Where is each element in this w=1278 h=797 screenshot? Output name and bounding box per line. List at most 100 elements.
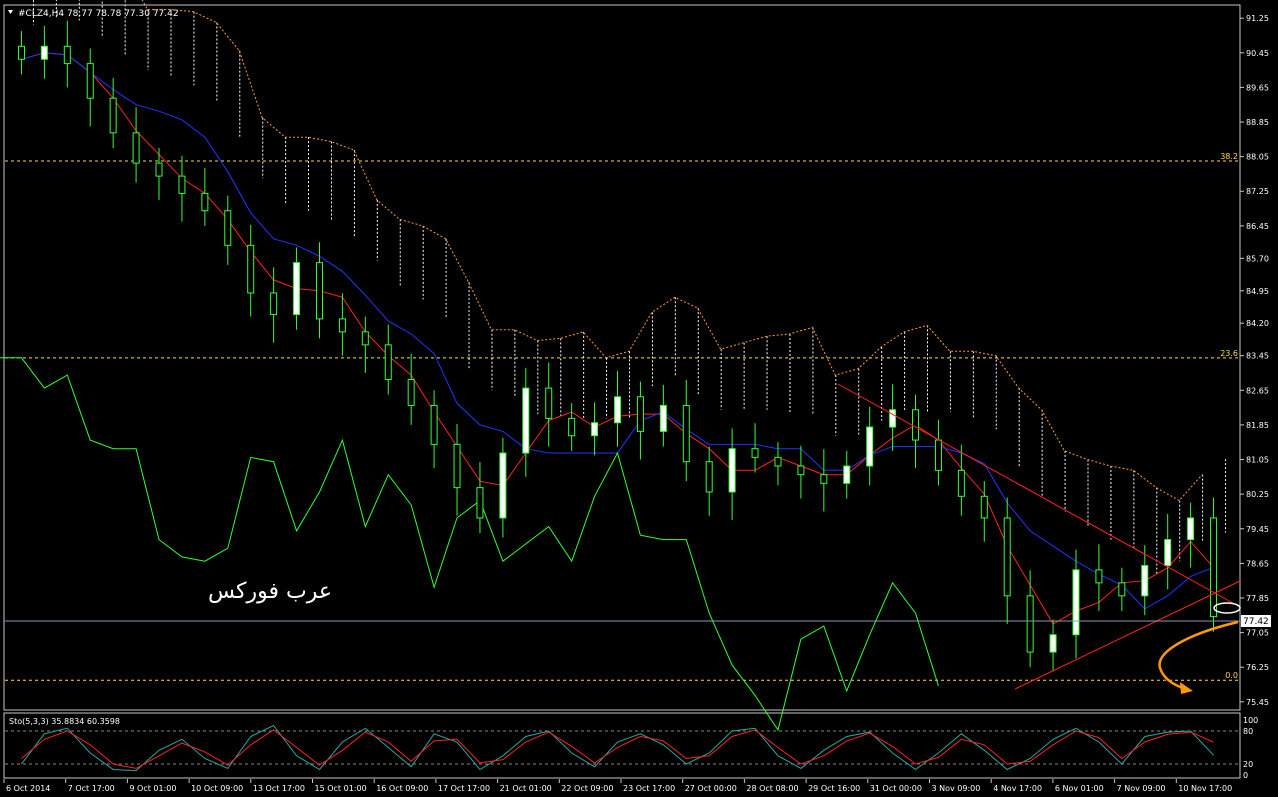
- watermark-text: عرب فوركس: [208, 579, 332, 604]
- price-tick-label: 86.45: [1246, 222, 1269, 231]
- price-tick-label: 81.85: [1246, 421, 1269, 430]
- candle-body[interactable]: [1118, 582, 1126, 597]
- candle-body[interactable]: [934, 439, 942, 471]
- time-tick-label: 22 Oct 09:00: [561, 784, 613, 793]
- candle-body[interactable]: [774, 456, 782, 467]
- time-tick-label: 21 Oct 01:00: [500, 784, 552, 793]
- candle-body[interactable]: [1095, 569, 1103, 584]
- fib-level-label: 23.6: [1220, 349, 1238, 358]
- stoch-tick-label: 20: [1243, 760, 1253, 769]
- price-tick-label: 87.25: [1246, 187, 1269, 196]
- price-tick-label: 80.25: [1246, 490, 1269, 499]
- candle-body[interactable]: [1164, 539, 1172, 567]
- candle-body[interactable]: [889, 409, 897, 428]
- candle-body[interactable]: [1072, 569, 1080, 636]
- candle-body[interactable]: [1003, 517, 1011, 597]
- candle-body[interactable]: [957, 469, 965, 497]
- candle-body[interactable]: [545, 387, 553, 419]
- candle-body[interactable]: [384, 344, 392, 380]
- candle-body[interactable]: [17, 45, 25, 60]
- time-tick-label: 10 Nov 17:00: [1178, 784, 1232, 793]
- price-tick-label: 88.05: [1246, 153, 1269, 162]
- candle-body[interactable]: [1049, 634, 1057, 653]
- stochastic-info: Sto(5,3,3) 35.8834 60.3598: [9, 717, 120, 726]
- time-tick-label: 7 Oct 17:00: [68, 784, 115, 793]
- stoch-tick-label: 0: [1243, 771, 1248, 780]
- price-tick-label: 81.05: [1246, 456, 1269, 465]
- candle-body[interactable]: [1141, 565, 1149, 597]
- candle-body[interactable]: [843, 465, 851, 484]
- time-tick-label: 27 Oct 00:00: [685, 784, 737, 793]
- time-tick-label: 10 Oct 09:00: [191, 784, 243, 793]
- chart-window: #CLZ4,H4 78.77 78.78 77.30 77.42 91.25 90…: [0, 0, 1278, 797]
- stoch-tick-label: 80: [1243, 727, 1253, 736]
- candle-body[interactable]: [728, 448, 736, 493]
- time-tick-label: 28 Oct 08:00: [746, 784, 798, 793]
- time-tick-label: 6 Nov 01:00: [1055, 784, 1104, 793]
- candle-body[interactable]: [636, 396, 644, 432]
- candle-body[interactable]: [499, 452, 507, 519]
- candle-body[interactable]: [361, 331, 369, 346]
- price-tick-label: 76.25: [1246, 663, 1269, 672]
- candle-body[interactable]: [820, 474, 828, 484]
- price-tick-label: 83.45: [1246, 352, 1269, 361]
- fib-level-label: 38.2: [1220, 152, 1238, 161]
- price-tick-label: 84.20: [1246, 319, 1269, 328]
- stoch-tick-label: 100: [1243, 716, 1258, 725]
- candle-body[interactable]: [109, 97, 117, 134]
- candle-body[interactable]: [705, 461, 713, 493]
- time-tick-label: 3 Nov 09:00: [932, 784, 981, 793]
- price-tick-label: 89.65: [1246, 83, 1269, 92]
- candle-body[interactable]: [866, 426, 874, 467]
- candle-body[interactable]: [338, 318, 346, 333]
- candle-body[interactable]: [751, 448, 759, 458]
- candle-body[interactable]: [407, 378, 415, 406]
- candle-body[interactable]: [293, 262, 301, 316]
- time-tick-label: 17 Oct 17:00: [438, 784, 490, 793]
- symbol-info: #CLZ4,H4 78.77 78.78 77.30 77.42: [18, 9, 179, 19]
- candle-body[interactable]: [614, 396, 621, 424]
- price-tick-label: 77.05: [1246, 629, 1269, 638]
- candle-body[interactable]: [132, 132, 140, 164]
- candle-body[interactable]: [155, 162, 163, 177]
- candle-body[interactable]: [980, 495, 988, 519]
- candle-body[interactable]: [522, 387, 530, 454]
- fib-level-label: 0.0: [1225, 671, 1238, 680]
- price-tick-label: 78.65: [1246, 559, 1269, 568]
- candle-body[interactable]: [682, 404, 690, 463]
- price-tick-label: 82.65: [1246, 386, 1269, 395]
- price-tick-label: 90.45: [1246, 49, 1269, 58]
- price-tick-label: 84.95: [1246, 287, 1269, 296]
- candle-body[interactable]: [1026, 595, 1034, 653]
- candle-body[interactable]: [453, 443, 461, 489]
- time-tick-label: 16 Oct 09:00: [376, 784, 428, 793]
- candle-body[interactable]: [1187, 517, 1195, 541]
- candle-body[interactable]: [568, 417, 576, 437]
- time-tick-label: 13 Oct 17:00: [253, 784, 305, 793]
- candle-body[interactable]: [201, 192, 209, 212]
- price-tick-label: 85.70: [1246, 254, 1269, 263]
- price-tick-label: 77.85: [1246, 594, 1269, 603]
- candle-body[interactable]: [591, 422, 599, 437]
- time-tick-label: 31 Oct 00:00: [870, 784, 922, 793]
- time-tick-label: 15 Oct 01:00: [315, 784, 367, 793]
- candle-body[interactable]: [659, 404, 667, 432]
- candle-body[interactable]: [270, 292, 278, 316]
- price-tick-label: 91.25: [1246, 14, 1269, 23]
- candle-body[interactable]: [912, 409, 920, 441]
- time-tick-label: 6 Oct 2014: [6, 784, 50, 793]
- current-price-label: 77.42: [1243, 617, 1269, 627]
- main-price-pane[interactable]: [3, 4, 1241, 711]
- candle-body[interactable]: [476, 487, 484, 519]
- candle-body[interactable]: [1210, 517, 1218, 618]
- candle-body[interactable]: [224, 210, 232, 246]
- price-tick-label: 88.85: [1246, 118, 1269, 127]
- candle-body[interactable]: [797, 465, 805, 476]
- candle-body[interactable]: [178, 175, 186, 194]
- candle-body[interactable]: [63, 45, 71, 65]
- candle-body[interactable]: [430, 404, 438, 445]
- candle-body[interactable]: [86, 63, 94, 99]
- candle-body[interactable]: [247, 244, 255, 294]
- candle-body[interactable]: [315, 262, 323, 320]
- candle-body[interactable]: [40, 45, 48, 60]
